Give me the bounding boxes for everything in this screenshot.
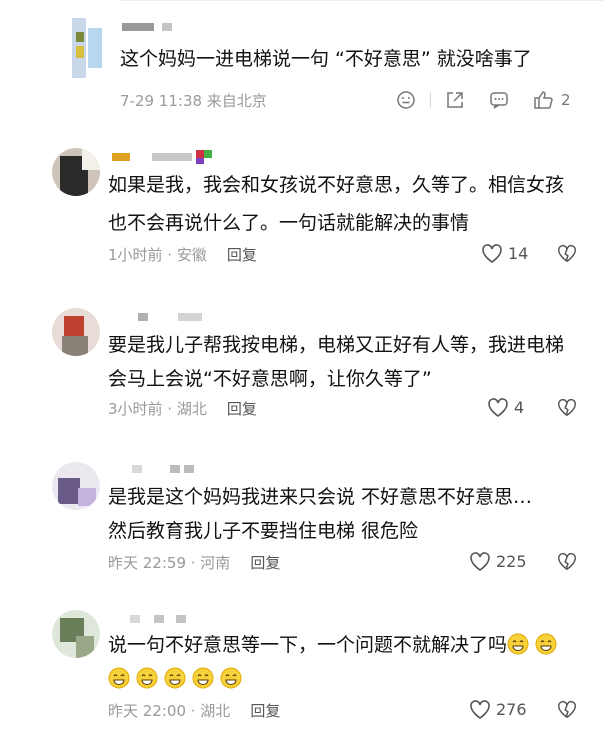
post-toolbar: 2 xyxy=(396,90,571,110)
comment-text-line-2: 会马上会说“不好意思啊，让你久等了” xyxy=(108,368,432,390)
comment-meta: 3小时前 · 湖北 回复 xyxy=(108,398,257,419)
username-blurred[interactable] xyxy=(138,310,218,324)
username-blurred[interactable] xyxy=(130,612,210,626)
broken-heart-icon[interactable] xyxy=(556,242,578,264)
reply-button[interactable]: 回复 xyxy=(227,398,257,419)
reply-button[interactable]: 回复 xyxy=(250,700,280,721)
avatar[interactable] xyxy=(52,610,100,658)
broken-heart-icon[interactable] xyxy=(556,396,578,418)
post-item: 这个妈妈一进电梯说一句 “不好意思” 就没啥事了 7-29 11:38 来自北京… xyxy=(0,0,604,130)
like-count: 4 xyxy=(514,397,525,417)
avatar[interactable] xyxy=(52,148,100,196)
comment-text-line-2: 然后教育我儿子不要挡住电梯 很危险 xyxy=(108,520,419,542)
username-blurred[interactable] xyxy=(112,150,222,164)
heart-icon xyxy=(488,398,508,417)
comment-time-location: 昨天 22:59 · 河南 xyxy=(108,554,231,572)
thumbs-up-icon[interactable] xyxy=(533,90,555,110)
grin-emoji-icon xyxy=(136,667,158,689)
toolbar-separator xyxy=(430,92,431,108)
like-count: 276 xyxy=(496,699,527,719)
avatar[interactable] xyxy=(62,18,110,78)
comment-time-location: 1小时前 · 安徽 xyxy=(108,246,207,264)
like-count: 225 xyxy=(496,551,527,571)
like-button[interactable]: 225 xyxy=(468,550,527,572)
comment-meta: 昨天 22:59 · 河南 回复 xyxy=(108,552,280,573)
heart-icon xyxy=(470,552,490,571)
heart-icon xyxy=(482,244,502,263)
reply-button[interactable]: 回复 xyxy=(227,244,257,265)
username-blurred[interactable] xyxy=(132,462,212,476)
avatar[interactable] xyxy=(52,462,100,510)
like-button[interactable]: 4 xyxy=(486,396,524,418)
emoji-icon[interactable] xyxy=(396,90,416,110)
post-meta: 7-29 11:38 来自北京 xyxy=(120,92,267,110)
comment-item: 要是我儿子帮我按电梯，电梯又正好有人等，我进电梯 会马上会说“不好意思啊，让你久… xyxy=(0,298,604,438)
grin-emoji-icon xyxy=(108,667,130,689)
like-count: 14 xyxy=(508,243,529,263)
broken-heart-icon[interactable] xyxy=(556,698,578,720)
comment-icon[interactable] xyxy=(489,90,509,110)
comment-emoji-line xyxy=(108,662,248,696)
comment-text-line-1: 说一句不好意思等一下，一个问题不就解决了吗 xyxy=(108,628,563,662)
broken-heart-icon[interactable] xyxy=(556,550,578,572)
grin-emoji-icon xyxy=(192,667,214,689)
reply-button[interactable]: 回复 xyxy=(250,552,280,573)
grin-emoji-icon xyxy=(164,667,186,689)
comment-time-location: 昨天 22:00 · 湖北 xyxy=(108,702,231,720)
comment-text: 说一句不好意思等一下，一个问题不就解决了吗 xyxy=(108,634,508,656)
like-button[interactable]: 14 xyxy=(480,242,528,264)
comment-meta: 昨天 22:00 · 湖北 回复 xyxy=(108,700,280,721)
heart-icon xyxy=(470,700,490,719)
grin-emoji-icon xyxy=(535,633,557,655)
comment-item: 说一句不好意思等一下，一个问题不就解决了吗 昨天 22:00 · 湖北 回复 2… xyxy=(0,600,604,753)
username-blurred[interactable] xyxy=(122,20,202,34)
like-button[interactable]: 276 xyxy=(468,698,527,720)
comment-item: 是我是这个妈妈我进来只会说 不好意思不好意思… 然后教育我儿子不要挡住电梯 很危… xyxy=(0,452,604,592)
post-text: 这个妈妈一进电梯说一句 “不好意思” 就没啥事了 xyxy=(120,48,532,70)
comment-text-line-1: 要是我儿子帮我按电梯，电梯又正好有人等，我进电梯 xyxy=(108,334,565,356)
comment-text-line-1: 如果是我，我会和女孩说不好意思，久等了。相信女孩 xyxy=(108,174,565,196)
comment-meta: 1小时前 · 安徽 回复 xyxy=(108,244,257,265)
share-icon[interactable] xyxy=(445,90,465,110)
avatar[interactable] xyxy=(52,308,100,356)
grin-emoji-icon xyxy=(507,633,529,655)
comment-time-location: 3小时前 · 湖北 xyxy=(108,400,207,418)
post-like-count: 2 xyxy=(561,91,571,109)
comment-text-line-1: 是我是这个妈妈我进来只会说 不好意思不好意思… xyxy=(108,486,533,508)
comment-item: 如果是我，我会和女孩说不好意思，久等了。相信女孩 也不会再说什么了。一句话就能解… xyxy=(0,138,604,278)
grin-emoji-icon xyxy=(220,667,242,689)
comment-text-line-2: 也不会再说什么了。一句话就能解决的事情 xyxy=(108,212,470,234)
